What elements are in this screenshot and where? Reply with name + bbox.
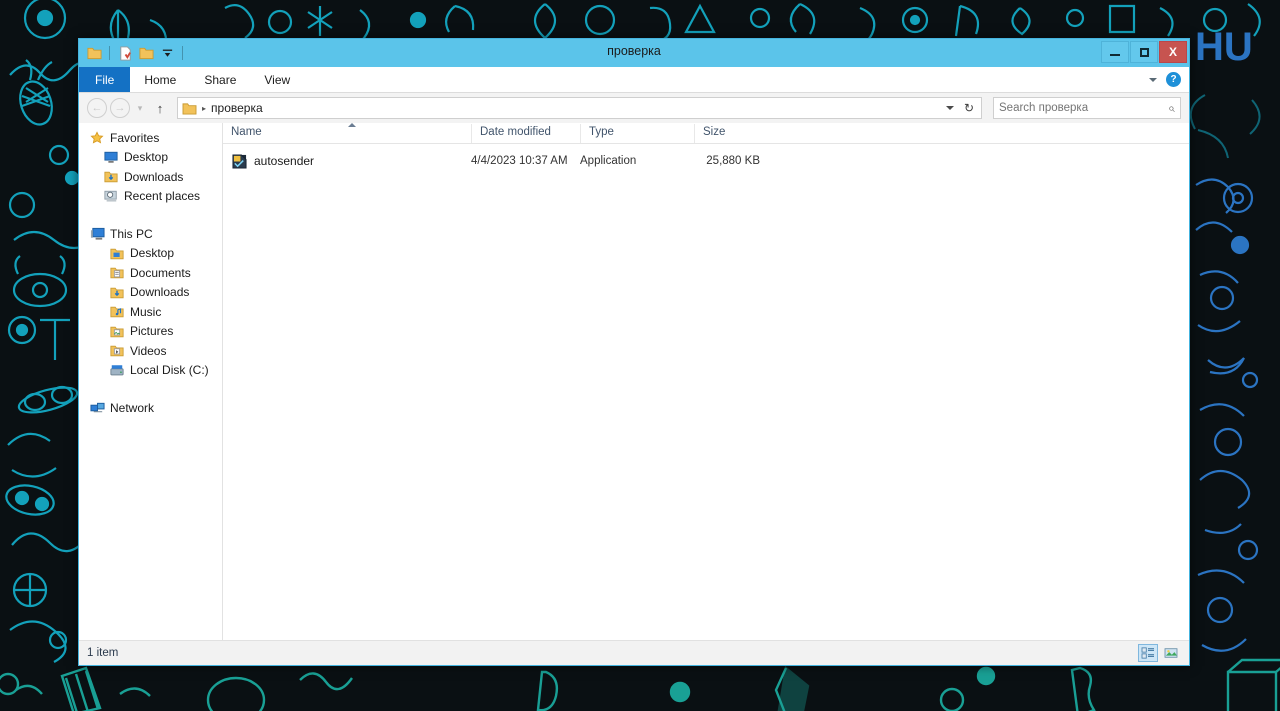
column-headers: Name Date modified Type Size [223,123,1189,144]
file-explorer-window: проверка X File Home Share View ? ← → ▾ … [78,38,1190,666]
sidebar-label: Desktop [124,150,169,165]
sidebar-label: Favorites [110,130,160,145]
address-bar: ← → ▾ ↑ ▸ проверка ↻ ⌕ [79,93,1189,123]
tab-home[interactable]: Home [130,67,190,92]
search-box[interactable]: ⌕ [993,97,1181,119]
sidebar-label: Recent places [124,189,201,204]
sidebar-item-documents[interactable]: Documents [79,263,222,283]
sidebar-item-thispc-desktop[interactable]: Desktop [79,244,222,264]
breadcrumb-path[interactable]: проверка [211,101,263,115]
maximize-button[interactable] [1130,41,1158,63]
window-body: Favorites Desktop Downloads Recent place… [79,123,1189,640]
recent-locations-button[interactable]: ▾ [133,103,147,114]
search-icon[interactable]: ⌕ [1168,101,1175,116]
breadcrumb-folder-icon [182,102,197,115]
close-button[interactable]: X [1159,41,1187,63]
search-input[interactable] [999,102,1169,114]
file-list[interactable]: autosender 4/4/2023 10:37 AM Application… [223,144,1189,640]
sort-ascending-indicator-icon [348,123,356,127]
downloads-folder-icon [109,284,125,300]
file-name-cell[interactable]: autosender [223,153,471,169]
sidebar-label: Music [130,304,162,319]
tab-share[interactable]: Share [190,67,250,92]
tab-file[interactable]: File [79,67,131,92]
column-header-name[interactable]: Name [223,124,471,143]
sidebar-label: This PC [110,226,153,241]
file-size-cell: 25,880 KB [706,155,760,167]
this-pc-icon [89,226,105,242]
desktop-monitor-icon [103,149,119,165]
ribbon-tab-strip: File Home Share View ? [79,67,1189,93]
sidebar-item-local-disk-c[interactable]: Local Disk (C:) [79,361,222,381]
desktop-folder-icon [109,245,125,261]
item-count-label: 1 item [87,647,119,659]
navigation-pane: Favorites Desktop Downloads Recent place… [79,123,223,640]
sidebar-label: Network [110,400,155,415]
sidebar-item-favorites-desktop[interactable]: Desktop [79,148,222,168]
file-name-label: autosender [254,154,315,168]
sidebar-item-videos[interactable]: Videos [79,341,222,361]
details-view-button[interactable] [1138,644,1158,662]
music-folder-icon [109,304,125,320]
sidebar-item-music[interactable]: Music [79,302,222,322]
up-button[interactable]: ↑ [150,98,170,118]
file-date-cell: 4/4/2023 10:37 AM [471,155,568,167]
file-list-pane: Name Date modified Type Size autosender … [223,123,1189,640]
downloads-folder-icon [103,169,119,185]
sidebar-label: Desktop [130,246,175,261]
sidebar-label: Downloads [124,169,184,184]
sidebar-label: Local Disk (C:) [130,363,209,378]
local-disk-icon [109,362,125,378]
chevron-down-icon[interactable] [1149,77,1157,82]
recent-places-icon [103,188,119,204]
column-header-type[interactable]: Type [580,124,694,143]
title-bar[interactable]: проверка X [79,39,1189,67]
large-icons-view-button[interactable] [1161,644,1181,662]
sidebar-label: Documents [130,265,191,280]
breadcrumb-separator: ▸ [202,103,207,113]
sidebar-item-pictures[interactable]: Pictures [79,322,222,342]
minimize-button[interactable] [1101,41,1129,63]
status-bar: 1 item [79,640,1189,665]
column-header-size[interactable]: Size [694,124,768,143]
column-header-date-modified[interactable]: Date modified [471,124,580,143]
pictures-folder-icon [109,323,125,339]
sidebar-item-favorites-downloads[interactable]: Downloads [79,167,222,187]
view-mode-buttons [1138,644,1181,662]
sidebar-item-recent-places[interactable]: Recent places [79,187,222,207]
sidebar-label: Downloads [130,285,190,300]
sidebar-item-this-pc[interactable]: This PC [79,224,222,244]
sidebar-item-network[interactable]: Network [79,398,222,418]
tab-view[interactable]: View [250,67,304,92]
svg-text:HU: HU [1195,25,1253,69]
sidebar-gap-2 [79,380,222,398]
star-icon [89,130,105,146]
breadcrumb-right-controls: ↻ [945,101,977,115]
videos-folder-icon [109,343,125,359]
help-icon[interactable]: ? [1166,72,1181,87]
sidebar-item-favorites[interactable]: Favorites [79,128,222,148]
sidebar-label: Videos [130,343,167,358]
table-row[interactable]: autosender 4/4/2023 10:37 AM Application… [223,151,1189,171]
application-exe-icon [232,153,247,169]
refresh-icon[interactable]: ↻ [964,101,974,115]
sidebar-gap-1 [79,206,222,224]
sidebar-label: Pictures [130,324,174,339]
window-controls: X [1101,41,1187,63]
documents-folder-icon [109,265,125,281]
ribbon-right-controls: ? [1149,67,1189,92]
network-icon [89,400,105,416]
address-dropdown-icon[interactable] [945,106,954,110]
back-button[interactable]: ← [87,98,107,118]
sidebar-item-thispc-downloads[interactable]: Downloads [79,283,222,303]
file-type-cell: Application [580,155,637,167]
forward-button[interactable]: → [110,98,130,118]
breadcrumb[interactable]: ▸ проверка ↻ [177,97,982,119]
window-title: проверка [607,44,661,58]
